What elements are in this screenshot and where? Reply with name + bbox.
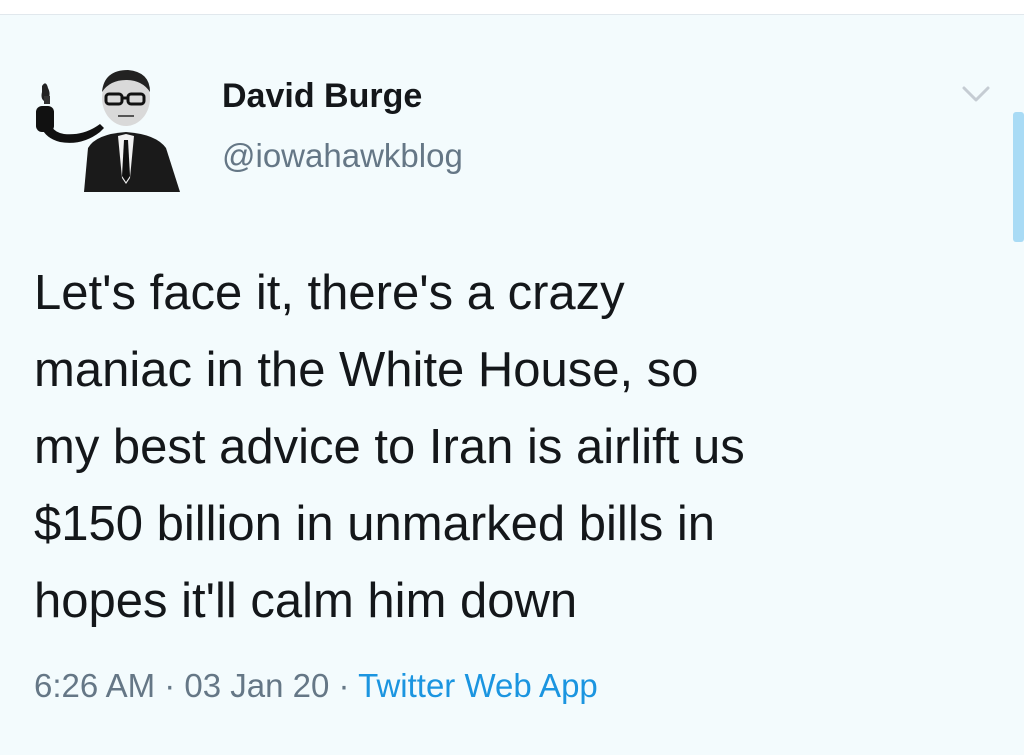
tweet-text-line: $150 billion in unmarked bills in [34,497,715,551]
meta-separator: · [329,667,359,704]
tweet-date[interactable]: 03 Jan 20 [184,667,329,704]
author-handle[interactable]: @iowahawkblog [222,137,463,175]
tweet-text-line: maniac in the White House, so [34,343,699,397]
avatar-image [36,70,180,192]
meta-separator: · [155,667,185,704]
top-divider [0,0,1024,15]
avatar[interactable] [30,66,182,192]
tweet-time[interactable]: 6:26 AM [34,667,155,704]
tweet-text-line: Let's face it, there's a crazy [34,266,625,320]
scrollbar[interactable] [1013,112,1024,242]
author-display-name[interactable]: David Burge [222,77,422,116]
tweet-text: Let's face it, there's a crazy maniac in… [34,255,994,640]
tweet-source-link[interactable]: Twitter Web App [358,667,598,704]
chevron-down-icon[interactable] [958,82,994,106]
tweet-meta: 6:26 AM · 03 Jan 20 · Twitter Web App [34,667,598,705]
tweet-text-line: my best advice to Iran is airlift us [34,420,745,474]
tweet-text-line: hopes it'll calm him down [34,574,578,628]
